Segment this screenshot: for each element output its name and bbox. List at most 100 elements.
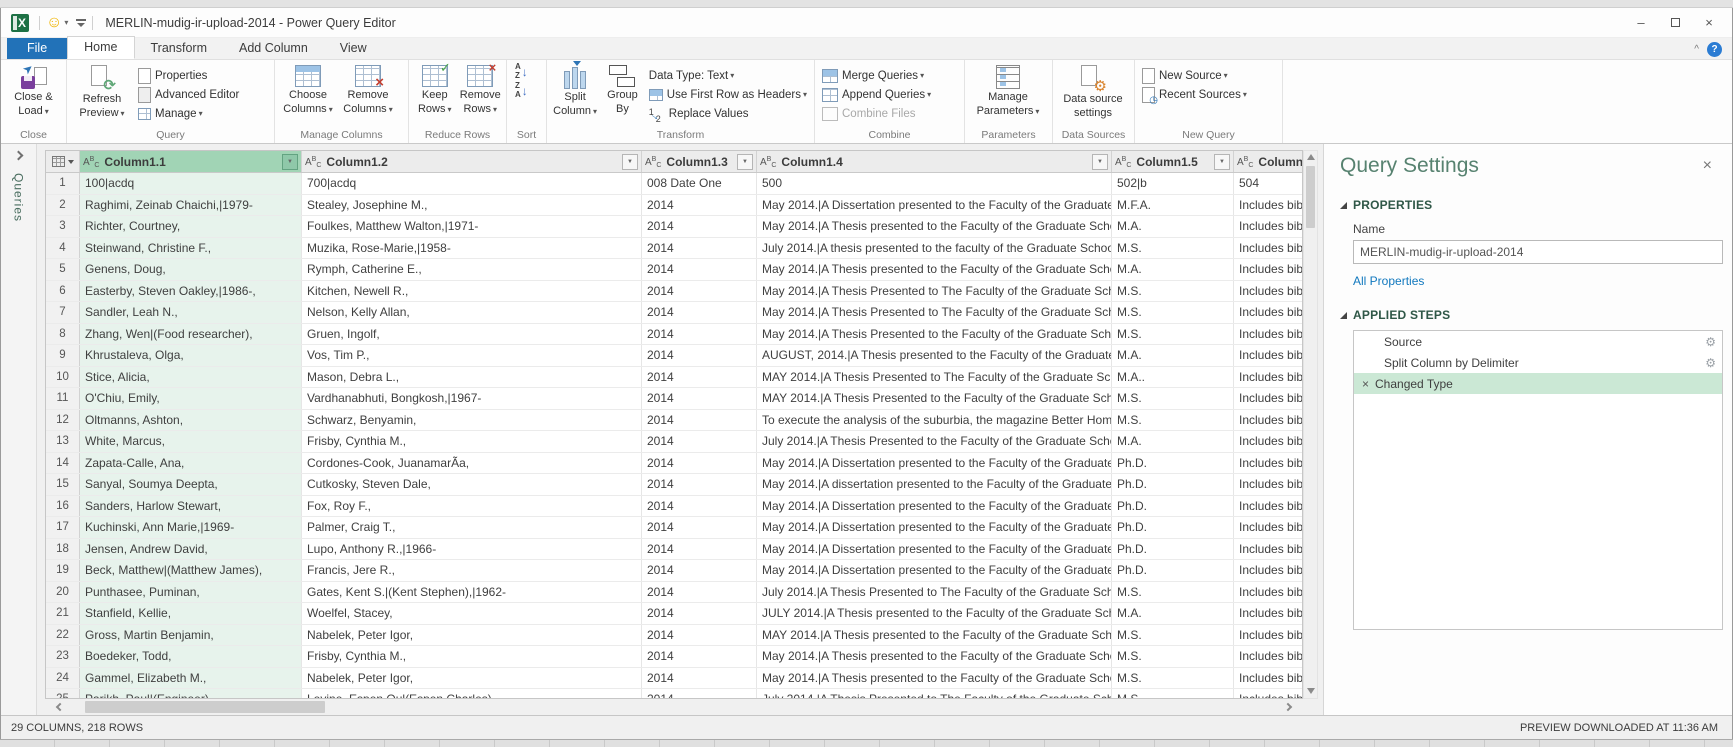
cell[interactable]: Levine, Espen Oul(Espen Charles), [302,689,642,699]
cell[interactable]: M.A. [1112,345,1234,366]
cell[interactable]: Muzika, Rose-Marie,|1958- [302,238,642,259]
tab-add-column[interactable]: Add Column [223,38,324,59]
advanced-editor-button[interactable]: Advanced Editor [134,85,243,104]
cell[interactable]: May 2014.|A Thesis Presented to The Facu… [757,281,1112,302]
cell[interactable]: Cutkosky, Steven Dale, [302,474,642,495]
tab-view[interactable]: View [324,38,383,59]
cell[interactable]: Schwarz, Benyamin, [302,410,642,431]
recent-sources-button[interactable]: ◷ Recent Sources▾ [1138,85,1251,104]
cell[interactable]: M.S. [1112,324,1234,345]
cell[interactable]: May 2014.|A Thesis presented to the Facu… [757,646,1112,667]
cell[interactable]: Ph.D. [1112,517,1234,538]
cell[interactable]: July 2014.|A Thesis Presented to The Fac… [757,689,1112,699]
cell[interactable]: 2014 [642,195,757,216]
row-number[interactable]: 6 [46,281,80,302]
cell[interactable]: Punthasee, Puminan, [80,582,302,603]
tab-home[interactable]: Home [67,36,134,59]
customize-quick-access-toolbar-icon[interactable] [76,19,86,27]
cell[interactable]: Woelfel, Stacey, [302,603,642,624]
horizontal-scrollbar[interactable] [45,699,1303,715]
choose-columns-button[interactable]: Choose Columns▾ [278,62,338,117]
remove-rows-button[interactable]: × Remove Rows▾ [458,62,504,117]
cell[interactable]: Stanfield, Kellie, [80,603,302,624]
cell[interactable]: JULY 2014.|A Thesis presented to the Fac… [757,603,1112,624]
cell[interactable]: 2014 [642,367,757,388]
cell[interactable]: 2014 [642,625,757,646]
cell[interactable]: May 2014.|A Dissertation presented to th… [757,560,1112,581]
cell[interactable]: Gammel, Elizabeth M., [80,668,302,689]
cell[interactable]: Fox, Roy F., [302,496,642,517]
cell[interactable]: M.A. [1112,259,1234,280]
tab-file[interactable]: File [7,38,67,59]
cell[interactable]: Stice, Alicia, [80,367,302,388]
row-number[interactable]: 7 [46,302,80,323]
column-header-column1.2[interactable]: ABCColumn1.2▼ [302,151,642,172]
sort-descending-button[interactable]: ZA↓ [510,81,533,100]
filter-dropdown-icon[interactable]: ▼ [1092,154,1108,170]
cell[interactable]: May 2014.|A Dissertation presented to th… [757,195,1112,216]
cell[interactable]: Includes bibliographical references (pag… [1234,560,1302,581]
close-and-load-button[interactable]: ➤ Close & Load▾ [4,62,63,119]
new-source-button[interactable]: New Source▾ [1138,66,1251,85]
cell[interactable]: M.A. [1112,431,1234,452]
vertical-scrollbar[interactable] [1303,150,1318,699]
cell[interactable]: Sanyal, Soumya Deepta, [80,474,302,495]
cell[interactable]: Includes bibliographical references (pag… [1234,539,1302,560]
row-number[interactable]: 11 [46,388,80,409]
cell[interactable]: May 2014.|A Thesis presented to the Facu… [757,259,1112,280]
cell[interactable]: M.S. [1112,646,1234,667]
collapse-ribbon-icon[interactable]: ^ [1686,44,1707,55]
column-header-column1.6[interactable]: ABCColumn1.6 [1234,151,1303,172]
applied-step-split-column-by-delimiter[interactable]: Split Column by Delimiter⚙ [1354,352,1722,373]
manage-parameters-button[interactable]: Manage Parameters▾ [968,62,1048,119]
cell[interactable]: Includes bibliographical references (pag… [1234,646,1302,667]
cell[interactable]: May 2014.|A Thesis presented to the Facu… [757,668,1112,689]
cell[interactable]: Rymph, Catherine E., [302,259,642,280]
cell[interactable]: Beck, Matthew|(Matthew James), [80,560,302,581]
cell[interactable]: 008 Date One [642,173,757,194]
cell[interactable]: AUGUST, 2014.|A Thesis presented to the … [757,345,1112,366]
sort-ascending-button[interactable]: AZ↓ [510,62,533,81]
cell[interactable]: Gross, Martin Benjamin, [80,625,302,646]
cell[interactable]: Steinwand, Christine F., [80,238,302,259]
cell[interactable]: M.S. [1112,302,1234,323]
horizontal-scroll-track[interactable] [75,699,1273,715]
cell[interactable]: Includes bibliographical references (pag… [1234,496,1302,517]
cell[interactable]: Genens, Doug, [80,259,302,280]
cell[interactable]: Oltmanns, Ashton, [80,410,302,431]
step-settings-gear-icon[interactable]: ⚙ [1705,335,1716,349]
cell[interactable]: 2014 [642,453,757,474]
cell[interactable]: M.A.. [1112,367,1234,388]
cell[interactable]: 2014 [642,388,757,409]
cell[interactable]: Includes bibliographical references (pag… [1234,431,1302,452]
cell[interactable]: 2014 [642,259,757,280]
cell[interactable]: 2014 [642,281,757,302]
cell[interactable]: May 2014.|A Dissertation presented to th… [757,496,1112,517]
merge-queries-button[interactable]: Merge Queries▾ [818,66,935,85]
row-number[interactable]: 14 [46,453,80,474]
queries-pane-label[interactable]: Queries [12,173,26,222]
cell[interactable]: 700|acdq [302,173,642,194]
cell[interactable]: Includes bibliographical references (pag… [1234,238,1302,259]
cell[interactable]: 100|acdq [80,173,302,194]
cell[interactable]: Zapata-Calle, Ana, [80,453,302,474]
cell[interactable]: May 2014.|A Thesis Presented to the Facu… [757,324,1112,345]
row-number[interactable]: 4 [46,238,80,259]
cell[interactable]: Ph.D. [1112,453,1234,474]
cell[interactable]: 2014 [642,302,757,323]
cell[interactable]: Includes bibliographical references. [1234,302,1302,323]
column-header-column1.1[interactable]: ABCColumn1.1▼ [80,151,302,172]
cell[interactable]: Kuchinski, Ann Marie,|1969- [80,517,302,538]
close-button[interactable]: × [1692,11,1726,35]
row-number[interactable]: 12 [46,410,80,431]
cell[interactable]: 2014 [642,689,757,699]
cell[interactable]: Includes bibliographical references (pag… [1234,216,1302,237]
cell[interactable]: Vardhanabhuti, Bongkosh,|1967- [302,388,642,409]
cell[interactable]: MAY 2014.|A Thesis Presented to The Facu… [757,367,1112,388]
cell[interactable]: M.S. [1112,668,1234,689]
delete-step-icon[interactable]: × [1362,377,1369,391]
select-all-corner-cell[interactable] [46,151,80,172]
column-header-column1.5[interactable]: ABCColumn1.5▼ [1112,151,1234,172]
cell[interactable]: July 2014.|A Thesis Presented to The Fac… [757,582,1112,603]
cell[interactable]: Ph.D. [1112,474,1234,495]
